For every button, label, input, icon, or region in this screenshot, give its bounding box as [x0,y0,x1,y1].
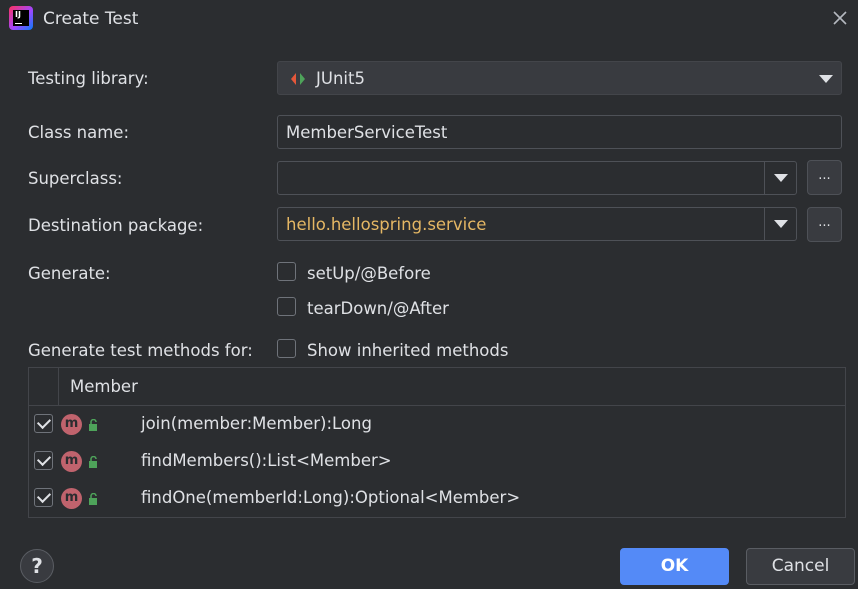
class-name-input[interactable]: MemberServiceTest [277,115,842,149]
table-row[interactable]: m join(member:Member):Long [29,406,845,443]
teardown-checkbox[interactable] [277,297,296,316]
chevron-down-icon [774,174,788,182]
show-inherited-label: Show inherited methods [307,341,509,360]
chevron-down-icon [819,75,833,83]
method-icon: m [61,488,82,509]
show-inherited-checkbox[interactable] [277,339,296,358]
method-icon: m [61,414,82,435]
intellij-icon: IJ [9,6,33,30]
members-table: Member m join(member:Member):Long m find… [28,367,846,518]
setup-label: setUp/@Before [307,264,431,283]
generate-methods-label: Generate test methods for: [28,341,253,360]
cancel-button[interactable]: Cancel [746,548,855,585]
destination-browse-button[interactable]: ... [807,207,842,242]
unlock-icon [89,419,97,431]
superclass-combo[interactable] [277,161,797,195]
close-icon[interactable] [830,8,850,28]
superclass-label: Superclass: [28,169,123,188]
class-name-label: Class name: [28,123,130,142]
setup-checkbox[interactable] [277,262,296,281]
unlock-icon [89,493,97,505]
method-icon: m [61,451,82,472]
testing-library-label: Testing library: [28,69,149,88]
table-row[interactable]: m findOne(memberId:Long):Optional<Member… [29,480,845,517]
teardown-label: tearDown/@After [307,299,449,318]
destination-package-label: Destination package: [28,216,204,235]
row-checkbox[interactable] [34,488,53,507]
help-button[interactable]: ? [20,549,54,583]
table-header: Member [29,368,845,406]
destination-package-combo[interactable]: hello.hellospring.service [277,207,797,241]
ok-button[interactable]: OK [620,548,729,585]
member-column-header[interactable]: Member [70,377,138,396]
junit-icon [291,73,305,85]
row-checkbox[interactable] [34,451,53,470]
table-row[interactable]: m findMembers():List<Member> [29,443,845,480]
method-signature: findMembers():List<Member> [141,451,392,470]
title-bar: IJ Create Test [0,0,858,38]
testing-library-value: JUnit5 [316,69,365,88]
method-signature: findOne(memberId:Long):Optional<Member> [141,488,521,507]
chevron-down-icon [774,220,788,228]
unlock-icon [89,456,97,468]
column-divider [58,368,59,405]
superclass-browse-button[interactable]: ... [807,160,842,195]
destination-package-value: hello.hellospring.service [286,215,487,234]
class-name-value: MemberServiceTest [286,123,448,142]
row-checkbox[interactable] [34,414,53,433]
superclass-dropdown-button[interactable] [764,162,797,194]
dialog-title: Create Test [43,9,139,29]
testing-library-select[interactable]: JUnit5 [277,61,842,95]
generate-label: Generate: [28,264,111,283]
method-signature: join(member:Member):Long [141,414,372,433]
destination-dropdown-button[interactable] [764,208,797,240]
